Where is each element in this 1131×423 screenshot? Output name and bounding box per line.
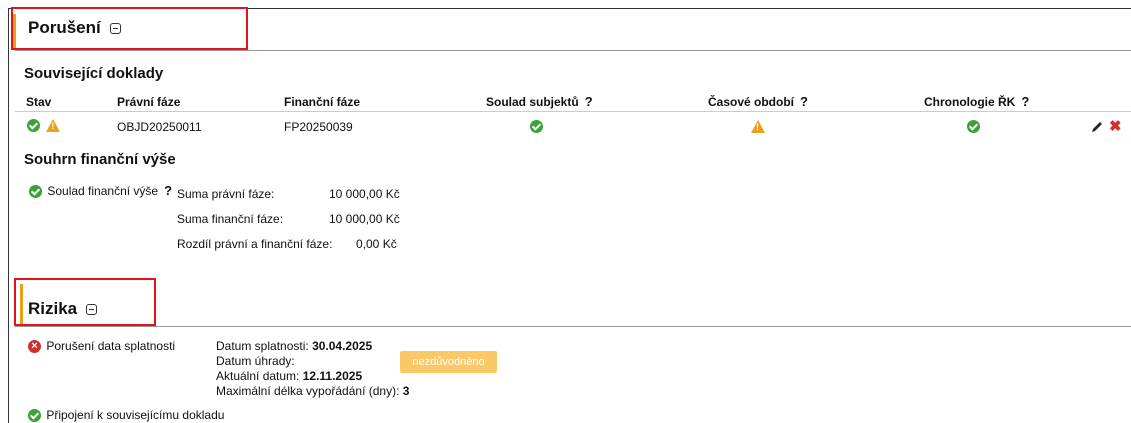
row-subjects-status <box>530 119 543 134</box>
row-status <box>27 118 61 133</box>
highlight-box <box>14 278 156 326</box>
table-header-divider <box>15 111 1131 112</box>
ok-icon <box>28 409 41 423</box>
help-icon[interactable]: ? <box>164 183 172 198</box>
sum-financial-value: 10 000,00 Kč <box>329 212 400 226</box>
risk-item-label: Připojení k souvisejícímu dokladu <box>46 408 225 422</box>
due-date-label: Datum splatnosti: <box>216 339 309 353</box>
warning-icon <box>46 119 61 133</box>
sum-legal-label: Suma právní fáze: <box>177 187 275 201</box>
max-days-label: Maximální délka vypořádání (dny): <box>216 384 400 398</box>
sum-legal-value: 10 000,00 Kč <box>329 187 400 201</box>
financial-status: Soulad finanční výše? <box>29 183 172 199</box>
col-header-subjects-label: Soulad subjektů <box>486 95 579 109</box>
row-chronology-status <box>967 119 980 134</box>
ok-icon <box>967 120 980 134</box>
due-date-value: 30.04.2025 <box>312 339 373 353</box>
col-header-chronology-label: Chronologie ŘK <box>924 95 1016 109</box>
risk-item-label: Porušení data splatnosti <box>46 339 176 353</box>
ok-icon <box>27 119 40 133</box>
col-header-chronology: Chronologie ŘK? <box>924 94 1029 109</box>
help-icon[interactable]: ? <box>800 94 808 109</box>
col-header-period: Časové období? <box>708 94 808 109</box>
col-header-legal: Právní fáze <box>117 95 181 109</box>
highlight-box <box>11 7 248 50</box>
unjustified-button[interactable]: nezdůvodněno <box>400 351 497 373</box>
due-date-line: Datum splatnosti: 30.04.2025 <box>216 339 372 353</box>
divider <box>15 50 1131 51</box>
difference-value: 0,00 Kč <box>356 237 397 251</box>
help-icon[interactable]: ? <box>585 94 593 109</box>
help-icon[interactable]: ? <box>1021 94 1029 109</box>
current-date-line: Aktuální datum: 12.11.2025 <box>216 369 362 383</box>
current-date-label: Aktuální datum: <box>216 369 300 383</box>
col-header-subjects: Soulad subjektů? <box>486 94 593 109</box>
financial-summary-title: Souhrn finanční výše <box>24 151 176 168</box>
paid-date-line: Datum úhrady: <box>216 354 295 368</box>
current-date-value: 12.11.2025 <box>302 369 363 383</box>
row-financial-phase: FP20250039 <box>284 120 353 134</box>
risk-item-due-date: × Porušení data splatnosti <box>28 339 176 354</box>
row-legal-phase: OBJD20250011 <box>117 120 202 134</box>
ok-icon <box>29 185 42 199</box>
pencil-icon[interactable] <box>1090 120 1104 134</box>
related-docs-title: Související doklady <box>24 65 164 82</box>
risk-item-attachment: Připojení k souvisejícímu dokladu <box>28 408 225 423</box>
financial-status-label: Soulad finanční výše <box>47 184 159 198</box>
ok-icon <box>530 120 543 134</box>
max-days-line: Maximální délka vypořádání (dny): 3 <box>216 384 409 398</box>
delete-icon[interactable]: ✖ <box>1109 119 1122 134</box>
error-icon: × <box>28 340 41 354</box>
col-header-financial: Finanční fáze <box>284 95 361 109</box>
col-header-period-label: Časové období <box>708 95 795 109</box>
divider <box>15 326 1131 327</box>
max-days-value: 3 <box>402 384 410 398</box>
warning-icon <box>751 120 765 134</box>
difference-label: Rozdíl právní a finanční fáze: <box>177 237 333 251</box>
paid-date-label: Datum úhrady: <box>216 354 295 368</box>
sum-financial-label: Suma finanční fáze: <box>177 212 284 226</box>
col-header-stav: Stav <box>26 95 52 109</box>
row-period-status <box>751 119 765 134</box>
